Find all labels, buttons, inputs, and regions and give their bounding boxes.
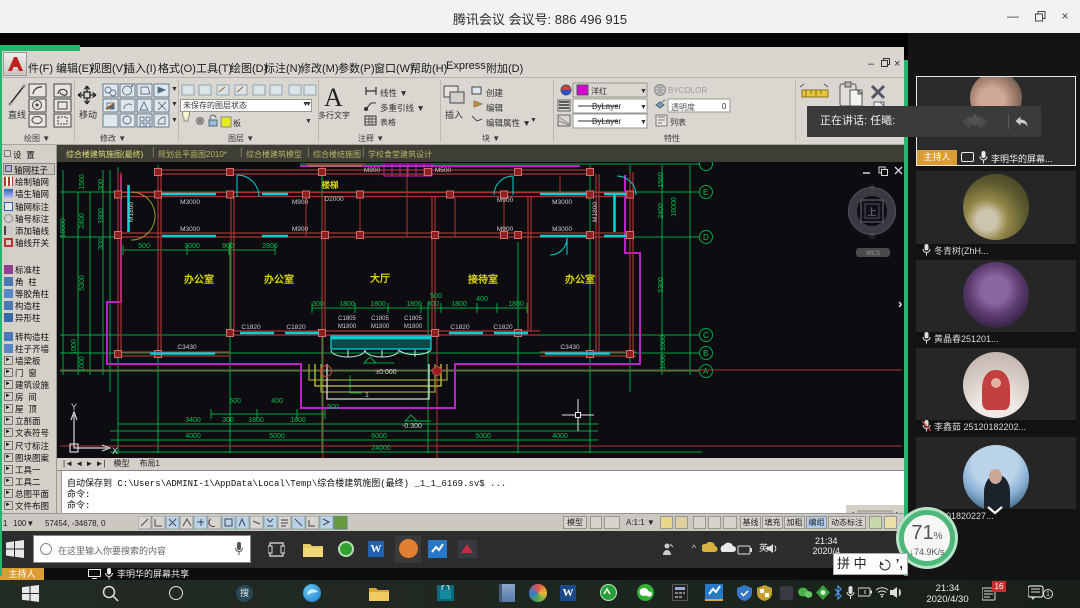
svg-text:24000: 24000 xyxy=(371,445,391,452)
svg-text:WCS: WCS xyxy=(866,251,880,257)
svg-text:▼: ▼ xyxy=(171,117,178,124)
svg-text:C1805: C1805 xyxy=(404,316,422,322)
svg-text:500: 500 xyxy=(138,243,150,250)
svg-text:400: 400 xyxy=(476,296,488,303)
svg-text:1000: 1000 xyxy=(79,356,86,372)
svg-text:M900: M900 xyxy=(364,167,381,174)
svg-text:1800: 1800 xyxy=(370,301,386,308)
svg-text:C1820: C1820 xyxy=(493,324,513,331)
svg-text:M900: M900 xyxy=(497,226,514,233)
svg-text:5300: 5300 xyxy=(79,275,86,291)
svg-text:1: 1 xyxy=(365,392,369,399)
svg-text:办公室: 办公室 xyxy=(565,273,595,286)
svg-text:上: 上 xyxy=(867,207,876,217)
svg-text:楼梯: 楼梯 xyxy=(321,180,339,190)
svg-text:500: 500 xyxy=(430,293,442,300)
svg-text:大厅: 大厅 xyxy=(370,272,390,285)
svg-text:M900: M900 xyxy=(497,197,514,204)
svg-text:▼: ▼ xyxy=(640,119,647,126)
svg-text:C1820: C1820 xyxy=(286,324,306,331)
svg-text:±0.000: ±0.000 xyxy=(375,369,396,376)
svg-text:400: 400 xyxy=(271,398,283,405)
svg-text:500: 500 xyxy=(327,404,339,411)
svg-text:1800: 1800 xyxy=(508,301,524,308)
svg-text:16000: 16000 xyxy=(671,197,678,217)
svg-text:C1805: C1805 xyxy=(371,316,389,322)
svg-text:-0.300: -0.300 xyxy=(402,423,422,430)
svg-text:900: 900 xyxy=(222,243,234,250)
svg-text:2800: 2800 xyxy=(262,243,278,250)
svg-text:300: 300 xyxy=(222,417,234,424)
svg-text:1800: 1800 xyxy=(248,417,264,424)
svg-text:C: C xyxy=(703,331,709,340)
svg-text:2400: 2400 xyxy=(79,213,86,229)
svg-text:A: A xyxy=(324,83,343,112)
svg-text:1800: 1800 xyxy=(339,301,355,308)
svg-text:▼: ▼ xyxy=(640,88,647,95)
svg-text:X: X xyxy=(112,446,118,456)
svg-text:▼: ▼ xyxy=(171,101,178,108)
svg-text:300: 300 xyxy=(312,301,324,308)
svg-text:1000: 1000 xyxy=(660,335,667,351)
svg-text:M3000: M3000 xyxy=(180,199,200,206)
svg-text:M3000: M3000 xyxy=(180,226,200,233)
svg-text:1560: 1560 xyxy=(79,174,86,190)
svg-text:北: 北 xyxy=(869,184,875,192)
svg-text:1800: 1800 xyxy=(290,417,306,424)
svg-text:300: 300 xyxy=(98,238,105,250)
svg-text:C1820: C1820 xyxy=(241,324,261,331)
svg-text:300: 300 xyxy=(98,179,105,191)
svg-text:E: E xyxy=(703,188,708,197)
svg-text:1800: 1800 xyxy=(451,301,467,308)
svg-text:A: A xyxy=(703,367,709,376)
svg-text:C3430: C3430 xyxy=(177,344,197,351)
svg-text:办公室: 办公室 xyxy=(184,273,214,286)
svg-text:5000: 5000 xyxy=(269,433,285,440)
svg-text:M3000: M3000 xyxy=(552,226,572,233)
svg-text:5300: 5300 xyxy=(658,277,665,293)
svg-text:1000: 1000 xyxy=(660,354,667,370)
svg-text:M500: M500 xyxy=(435,167,452,174)
svg-text:16000: 16000 xyxy=(60,218,67,238)
svg-text:▼: ▼ xyxy=(171,86,178,93)
svg-text:▼: ▼ xyxy=(530,117,537,124)
svg-text:C3430: C3430 xyxy=(560,344,580,351)
svg-text:1000: 1000 xyxy=(71,339,78,355)
svg-text:4000: 4000 xyxy=(552,433,568,440)
svg-text:M1800: M1800 xyxy=(128,202,135,222)
svg-text:›: › xyxy=(898,296,902,311)
svg-text:南: 南 xyxy=(869,232,875,240)
svg-text:1560: 1560 xyxy=(658,172,665,188)
svg-text:M900: M900 xyxy=(292,199,309,206)
svg-text:1800: 1800 xyxy=(406,301,422,308)
svg-text:500: 500 xyxy=(229,398,241,405)
svg-text:300: 300 xyxy=(427,301,439,308)
svg-text:C1820: C1820 xyxy=(450,324,470,331)
svg-text:2400: 2400 xyxy=(658,203,665,219)
svg-text:▼: ▼ xyxy=(640,104,647,111)
svg-text:6000: 6000 xyxy=(371,433,387,440)
svg-text:B: B xyxy=(703,349,708,358)
svg-text:5000: 5000 xyxy=(475,433,491,440)
svg-text:办公室: 办公室 xyxy=(264,273,294,286)
svg-text:M1800: M1800 xyxy=(404,324,423,330)
svg-text:Y: Y xyxy=(71,402,77,412)
svg-text:D2000: D2000 xyxy=(324,196,344,203)
svg-text:3400: 3400 xyxy=(185,417,201,424)
svg-text:M1800: M1800 xyxy=(338,324,357,330)
svg-text:M3000: M3000 xyxy=(552,199,572,206)
svg-text:D: D xyxy=(703,233,709,242)
svg-text:M1800: M1800 xyxy=(371,324,390,330)
svg-text:M900: M900 xyxy=(292,226,309,233)
svg-text:4000: 4000 xyxy=(185,433,201,440)
svg-text:M1800: M1800 xyxy=(592,202,599,222)
svg-text:1800: 1800 xyxy=(98,208,105,224)
svg-text:接待室: 接待室 xyxy=(468,273,498,286)
svg-text:C1805: C1805 xyxy=(338,316,356,322)
svg-text:3000: 3000 xyxy=(184,243,200,250)
